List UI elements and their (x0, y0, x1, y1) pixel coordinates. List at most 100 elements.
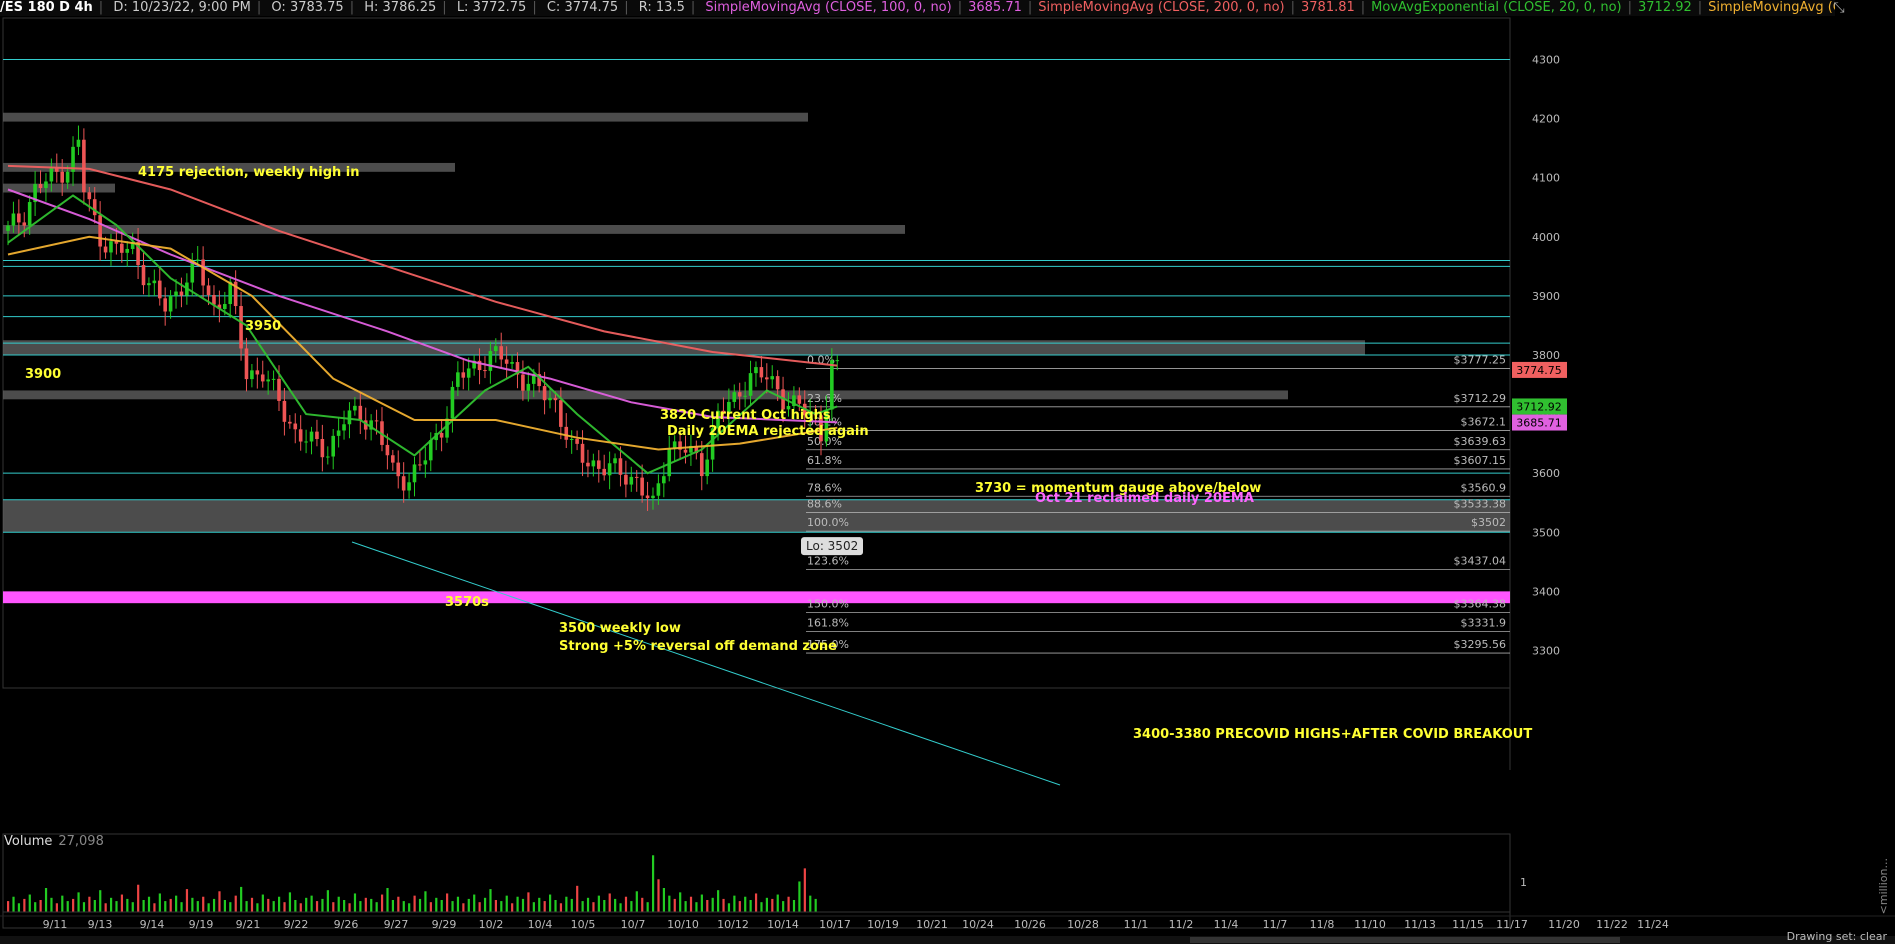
volume-bar[interactable] (413, 895, 416, 912)
volume-bar[interactable] (754, 893, 758, 912)
drawing-set-label[interactable]: Drawing set: clear (1787, 930, 1887, 943)
volume-bar[interactable] (630, 901, 633, 912)
volume-bar[interactable] (494, 900, 497, 912)
candle-body[interactable] (699, 453, 704, 477)
volume-bar[interactable] (245, 901, 248, 912)
volume-bar[interactable] (23, 898, 26, 912)
volume-bar[interactable] (511, 903, 514, 912)
volume-bar[interactable] (55, 903, 58, 912)
volume-bar[interactable] (256, 903, 259, 912)
candle-body[interactable] (195, 259, 200, 261)
volume-bar[interactable] (760, 902, 763, 912)
study-label[interactable]: SimpleMovingAvg (CLOSE, 100, 0, no) (705, 0, 951, 15)
candle-body[interactable] (179, 291, 184, 296)
volume-panel[interactable] (2, 833, 1511, 929)
volume-bar[interactable] (483, 897, 487, 912)
volume-bar[interactable] (782, 901, 785, 912)
candle-body[interactable] (651, 495, 655, 499)
volume-bar[interactable] (299, 903, 302, 912)
volume-bar[interactable] (305, 897, 308, 912)
volume-bar[interactable] (218, 891, 221, 912)
candle-body[interactable] (141, 265, 146, 286)
candle-body[interactable] (418, 464, 422, 466)
candle-body[interactable] (770, 376, 775, 380)
candle-body[interactable] (466, 368, 471, 378)
candle-body[interactable] (76, 139, 81, 147)
candle-body[interactable] (201, 259, 205, 286)
candle-body[interactable] (510, 362, 514, 364)
volume-bar[interactable] (451, 901, 454, 912)
volume-bar[interactable] (809, 895, 812, 912)
volume-bar[interactable] (478, 902, 481, 912)
candle-body[interactable] (212, 295, 216, 305)
volume-bar[interactable] (765, 897, 768, 912)
candle-body[interactable] (683, 449, 688, 453)
candle-body[interactable] (147, 283, 151, 286)
volume-bar[interactable] (39, 900, 42, 912)
candle-body[interactable] (244, 348, 249, 380)
volume-bar[interactable] (44, 888, 48, 912)
volume-bar[interactable] (12, 896, 15, 912)
candle-body[interactable] (412, 464, 417, 483)
volume-bar[interactable] (321, 898, 324, 912)
volume-bar[interactable] (733, 895, 736, 912)
volume-bar[interactable] (137, 884, 140, 912)
candle-body[interactable] (65, 171, 70, 183)
candle-body[interactable] (277, 378, 281, 401)
volume-bar[interactable] (803, 868, 806, 912)
candle-body[interactable] (504, 359, 509, 364)
candle-body[interactable] (206, 285, 211, 296)
volume-bar[interactable] (294, 900, 297, 912)
volume-bar[interactable] (549, 894, 552, 912)
candle-body[interactable] (743, 395, 747, 397)
volume-bar[interactable] (814, 898, 817, 912)
volume-bar[interactable] (787, 896, 790, 912)
volume-bar[interactable] (229, 902, 232, 912)
volume-bar[interactable] (446, 893, 449, 912)
volume-bar[interactable] (288, 892, 292, 912)
volume-bar[interactable] (689, 896, 693, 912)
candle-body[interactable] (223, 304, 227, 310)
volume-bar[interactable] (722, 898, 725, 912)
candle-body[interactable] (569, 438, 574, 440)
zone-rect[interactable] (3, 591, 1510, 604)
candle-body[interactable] (49, 167, 54, 182)
candle-body[interactable] (309, 431, 314, 442)
candle-body[interactable] (575, 438, 579, 444)
volume-bar[interactable] (418, 898, 422, 912)
candle-body[interactable] (250, 370, 254, 380)
volume-bar[interactable] (473, 894, 476, 912)
volume-bar[interactable] (619, 903, 622, 912)
volume-bar[interactable] (559, 903, 563, 912)
volume-bar[interactable] (147, 896, 151, 912)
candle-body[interactable] (120, 243, 124, 253)
candle-body[interactable] (38, 184, 43, 189)
candle-body[interactable] (483, 370, 487, 372)
candle-body[interactable] (60, 171, 64, 183)
candle-body[interactable] (174, 291, 178, 296)
volume-bar[interactable] (532, 902, 535, 912)
volume-bar[interactable] (283, 902, 286, 912)
volume-bar[interactable] (207, 903, 210, 912)
volume-bar[interactable] (126, 898, 129, 912)
study-label[interactable]: MovAvgExponential (CLOSE, 20, 0, no) (1371, 0, 1621, 15)
volume-bar[interactable] (798, 881, 801, 912)
candle-body[interactable] (765, 377, 769, 380)
candle-body[interactable] (87, 192, 92, 200)
candle-body[interactable] (401, 476, 406, 491)
candle-body[interactable] (17, 213, 21, 223)
volume-bar[interactable] (776, 894, 779, 912)
volume-bar[interactable] (505, 895, 508, 912)
volume-bar[interactable] (565, 896, 568, 912)
candle-body[interactable] (304, 441, 308, 443)
volume-bar[interactable] (202, 896, 205, 912)
candle-body[interactable] (830, 360, 834, 410)
volume-bar[interactable] (375, 902, 378, 912)
volume-bar[interactable] (158, 893, 161, 912)
volume-bar[interactable] (93, 900, 96, 912)
volume-bar[interactable] (749, 900, 752, 912)
volume-bar[interactable] (267, 898, 270, 912)
volume-bar[interactable] (402, 901, 405, 912)
volume-bar[interactable] (489, 889, 492, 912)
volume-bar[interactable] (332, 902, 335, 912)
